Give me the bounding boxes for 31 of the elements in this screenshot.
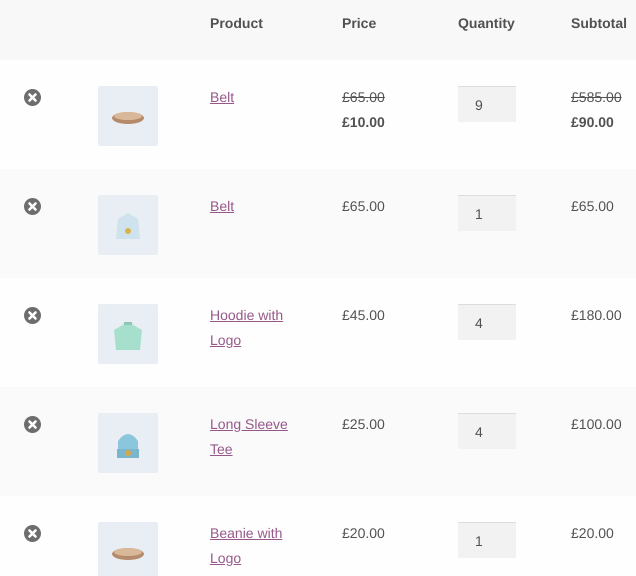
remove-icon[interactable]: [24, 307, 41, 324]
quantity-field[interactable]: 9: [458, 86, 516, 122]
quantity-field[interactable]: 1: [458, 195, 516, 231]
column-header: Subtotal: [571, 15, 627, 31]
quantity-field[interactable]: 4: [458, 304, 516, 340]
price: £100.00: [571, 416, 622, 432]
price: £45.00: [342, 307, 385, 323]
quantity-field[interactable]: 4: [458, 413, 516, 449]
column-header: Product: [210, 15, 263, 31]
price: £65.00: [342, 198, 385, 214]
price: £20.00: [571, 525, 614, 541]
price: £65.00: [571, 198, 614, 214]
product-link[interactable]: Hoodie with Logo: [210, 303, 296, 353]
column-header: Price: [342, 15, 376, 31]
product-link[interactable]: Belt: [210, 85, 296, 110]
product-link[interactable]: Belt: [210, 194, 296, 219]
remove-icon[interactable]: [24, 525, 41, 542]
price: £25.00: [342, 416, 385, 432]
price: £180.00: [571, 307, 622, 323]
regular-price: £585.00: [571, 88, 623, 107]
product-link[interactable]: Long Sleeve Tee: [210, 412, 296, 462]
regular-price: £65.00: [342, 88, 386, 107]
price: £20.00: [342, 525, 385, 541]
sale-price: £90.00: [571, 113, 615, 132]
remove-icon[interactable]: [24, 416, 41, 433]
remove-icon[interactable]: [24, 198, 41, 215]
quantity-field[interactable]: 1: [458, 522, 516, 558]
product-link[interactable]: Beanie with Logo: [210, 521, 296, 571]
sale-price: £10.00: [342, 113, 386, 132]
column-header: Quantity: [458, 15, 515, 31]
remove-icon[interactable]: [24, 89, 41, 106]
